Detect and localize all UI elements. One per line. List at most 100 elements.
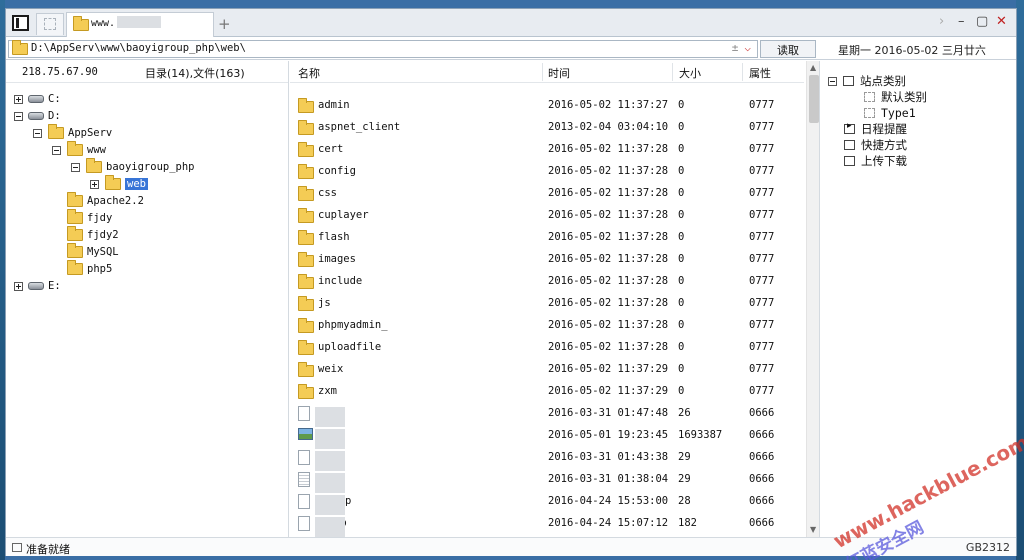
collapse-icon[interactable]	[33, 128, 42, 138]
sites-item[interactable]: Type1	[864, 105, 916, 121]
cell-name: images	[318, 253, 356, 265]
sites-item[interactable]: 站点类别	[828, 73, 906, 89]
sites-item[interactable]: 日程提醒	[844, 121, 907, 137]
row-icon	[298, 252, 314, 270]
folder-icon	[48, 124, 64, 139]
row-icon	[298, 472, 310, 490]
file-row[interactable]: js 2016-05-02 11:37:28 0 0777	[290, 292, 804, 314]
dir-file-counts: 目录(14),文件(163)	[145, 67, 245, 80]
scroll-up-icon[interactable]: ▲	[810, 63, 816, 72]
scroll-thumb[interactable]	[809, 75, 819, 123]
file-row[interactable]: sp2016-04-24 15:07:121820666	[290, 512, 804, 537]
cell-attr: 0666	[749, 517, 775, 529]
col-divider[interactable]	[742, 63, 743, 81]
path-input[interactable]: D:\AppServ\www\baoyigroup_php\web\ ± ⌵	[8, 40, 758, 58]
chevron-down-icon[interactable]: ⌵	[744, 41, 751, 54]
col-header-attr[interactable]: 属性	[749, 65, 771, 81]
file-list-header: 名称 时间 大小 属性	[290, 61, 804, 83]
file-row[interactable]: .php2016-04-24 15:53:00280666	[290, 490, 804, 515]
tree-item[interactable]: Apache2.2	[52, 192, 144, 209]
tree-item-label: AppServ	[68, 127, 113, 139]
tree-item[interactable]: D:	[14, 108, 61, 124]
server-ip: 218.75.67.90	[22, 66, 98, 78]
chevron-right-icon[interactable]: ›	[939, 14, 944, 29]
file-icon	[298, 450, 310, 465]
file-row[interactable]: p2016-03-31 01:47:48260666	[290, 402, 804, 427]
row-icon	[298, 384, 314, 402]
file-row[interactable]: flash 2016-05-02 11:37:28 0 0777	[290, 226, 804, 248]
close-icon[interactable]: ✕	[996, 14, 1007, 29]
scroll-down-icon[interactable]: ▼	[810, 525, 816, 534]
row-icon	[298, 450, 310, 468]
collapse-icon[interactable]	[14, 111, 23, 121]
file-row[interactable]: cert 2016-05-02 11:37:28 0 0777	[290, 138, 804, 160]
file-row[interactable]: admin 2016-05-02 11:37:27 0 0777	[290, 94, 804, 116]
plus-minus-icon[interactable]: ±	[732, 41, 739, 54]
folder-icon	[298, 274, 314, 289]
file-row[interactable]: cuplayer 2016-05-02 11:37:28 0 0777	[290, 204, 804, 226]
tree-item[interactable]: C:	[14, 91, 61, 107]
file-row[interactable]: css 2016-05-02 11:37:28 0 0777	[290, 182, 804, 204]
status-text: 准备就绪	[26, 543, 70, 556]
tree-item-label: baoyigroup_php	[106, 161, 195, 173]
folder-icon	[12, 40, 28, 55]
tree-item[interactable]: E:	[14, 278, 61, 294]
collapse-icon[interactable]	[52, 145, 61, 155]
tree-item[interactable]: baoyigroup_php	[71, 158, 195, 175]
folder-icon	[298, 296, 314, 311]
minimize-icon[interactable]: –	[958, 14, 965, 29]
collapse-icon[interactable]	[828, 76, 837, 86]
vertical-scrollbar[interactable]: ▲ ▼	[806, 61, 820, 537]
file-row[interactable]: uploadfile 2016-05-02 11:37:28 0 0777	[290, 336, 804, 358]
encoding-label[interactable]: GB2312	[966, 541, 1010, 554]
tree-item[interactable]: MySQL	[52, 243, 119, 260]
col-divider[interactable]	[672, 63, 673, 81]
new-tab-icon[interactable]: +	[218, 15, 231, 33]
cell-name: cert	[318, 143, 344, 155]
expand-icon[interactable]	[14, 281, 23, 291]
file-row[interactable]: 2016-03-31 01:38:04 29 0666	[290, 468, 804, 493]
sidebar-toggle-icon[interactable]	[12, 15, 29, 31]
cell-time: 2016-05-02 11:37:28	[548, 143, 669, 155]
expand-icon[interactable]	[90, 179, 99, 189]
col-header-name[interactable]: 名称	[298, 65, 320, 81]
cell-name: admin	[318, 99, 350, 111]
tab-active[interactable]: www. .com	[66, 12, 214, 37]
sites-item[interactable]: 默认类别	[864, 89, 927, 105]
shortcut-icon	[844, 140, 855, 150]
file-manager-window: www. .com + › – ▢ ✕ D:\AppServ\www\baoyi…	[5, 8, 1024, 560]
file-row[interactable]: images 2016-05-02 11:37:28 0 0777	[290, 248, 804, 270]
collapse-icon[interactable]	[71, 162, 80, 172]
col-divider[interactable]	[542, 63, 543, 81]
cell-size: 29	[678, 451, 691, 463]
file-row[interactable]: config 2016-05-02 11:37:28 0 0777	[290, 160, 804, 182]
sites-item[interactable]: 快捷方式	[844, 137, 907, 153]
file-row[interactable]: aspnet_client 2013-02-04 03:04:10 0 0777	[290, 116, 804, 138]
expand-icon[interactable]	[14, 94, 23, 104]
cell-time: 2016-04-24 15:07:12	[548, 517, 669, 529]
maximize-icon[interactable]: ▢	[976, 14, 988, 29]
col-header-time[interactable]: 时间	[548, 65, 570, 81]
col-header-size[interactable]: 大小	[679, 65, 701, 81]
tab-blank[interactable]	[36, 13, 64, 35]
file-row[interactable]: g2016-05-01 19:23:4516933870666	[290, 424, 804, 449]
tree-item[interactable]: php5	[52, 260, 112, 277]
file-row[interactable]: weix 2016-05-02 11:37:29 0 0777	[290, 358, 804, 380]
read-button[interactable]: 读取	[760, 40, 816, 58]
cell-name: weix	[318, 363, 344, 375]
cell-name: config	[318, 165, 356, 177]
tree-item[interactable]: web	[90, 175, 148, 192]
cell-time: 2016-03-31 01:47:48	[548, 407, 669, 419]
sites-item[interactable]: 上传下载	[844, 153, 907, 169]
tree-item[interactable]: www	[52, 141, 106, 158]
file-row[interactable]: 2016-03-31 01:43:38 29 0666	[290, 446, 804, 471]
cell-size: 1693387	[678, 429, 723, 441]
file-row[interactable]: include 2016-05-02 11:37:28 0 0777	[290, 270, 804, 292]
tree-item-label: www	[87, 144, 106, 156]
tree-item[interactable]: fjdy	[52, 209, 112, 226]
tree-item[interactable]: AppServ	[33, 124, 113, 141]
file-row[interactable]: phpmyadmin_ 2016-05-02 11:37:28 0 0777	[290, 314, 804, 336]
tree-item[interactable]: fjdy2	[52, 226, 119, 243]
row-icon	[298, 120, 314, 138]
file-row[interactable]: zxm 2016-05-02 11:37:29 0 0777	[290, 380, 804, 402]
